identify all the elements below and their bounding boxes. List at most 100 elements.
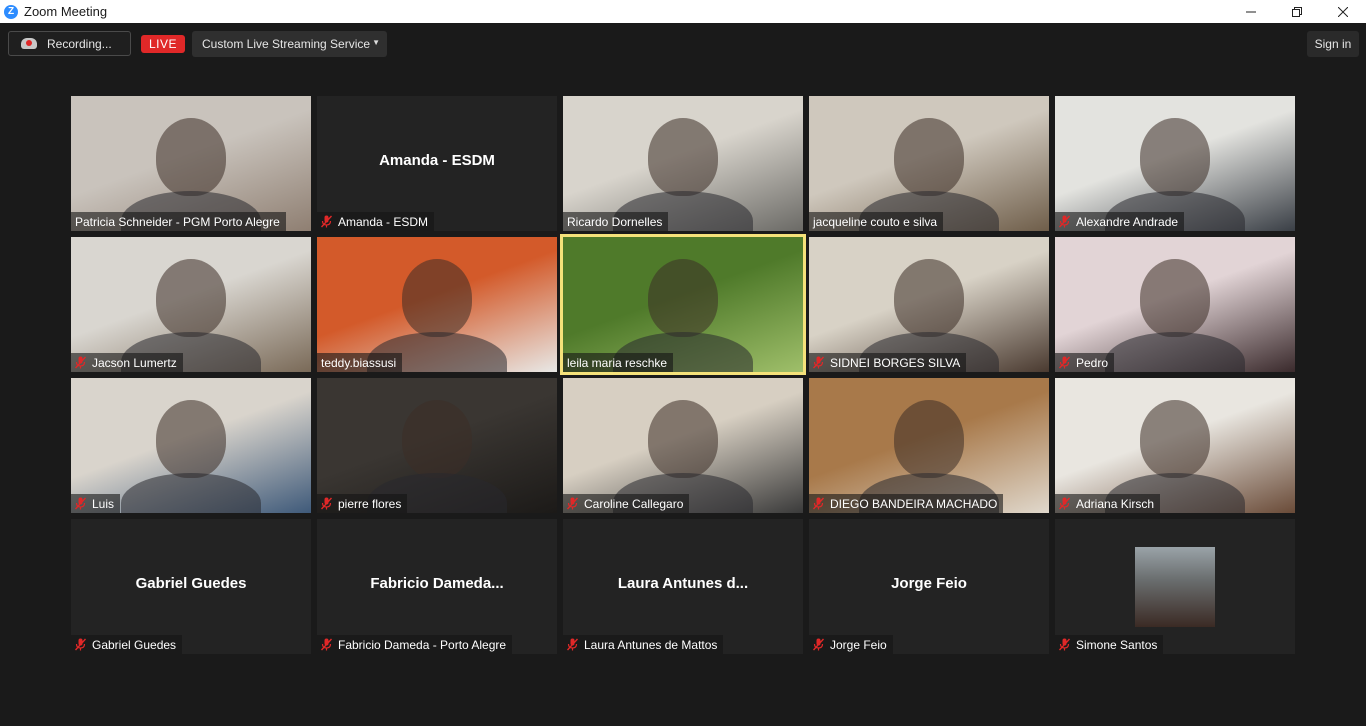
participant-name: SIDNEI BORGES SILVA [830,355,961,370]
participant-video [563,96,803,231]
participant-video [1055,96,1295,231]
participant-name: Luis [92,496,115,511]
participant-name: Adriana Kirsch [1076,496,1155,511]
muted-mic-icon [566,497,579,510]
participant-tile[interactable]: Jacson Lumertz [71,237,311,372]
participant-silhouette [402,400,472,478]
participant-video [317,237,557,372]
minimize-icon [1246,11,1256,12]
participant-silhouette [894,400,964,478]
participant-video [71,96,311,231]
muted-mic-icon [566,638,579,651]
participant-tile[interactable]: Pedro [1055,237,1295,372]
participant-silhouette [156,259,226,337]
close-button[interactable] [1320,0,1366,23]
restore-button[interactable] [1274,0,1320,23]
participant-tile[interactable]: Adriana Kirsch [1055,378,1295,513]
participant-name: Alexandre Andrade [1076,214,1179,229]
participant-display-name: Laura Antunes d... [617,575,749,592]
restore-icon [1292,6,1302,17]
participant-name-label: Caroline Callegaro [563,494,690,513]
participant-video [563,237,803,372]
participant-name: jacqueline couto e silva [813,214,938,229]
participant-name: Jacson Lumertz [92,355,177,370]
participant-tile[interactable]: Caroline Callegaro [563,378,803,513]
participant-tile[interactable]: Luis [71,378,311,513]
title-bar: Z Zoom Meeting [0,0,1366,23]
participant-tile[interactable]: teddy.biassusi [317,237,557,372]
participant-name: Laura Antunes de Mattos [584,637,718,652]
muted-mic-icon [1058,638,1071,651]
cloud-recording-icon [21,38,37,49]
participant-body [1105,332,1245,372]
participant-name-label: Ricardo Dornelles [563,212,669,231]
participant-silhouette [648,118,718,196]
participant-silhouette [1140,259,1210,337]
muted-mic-icon [320,638,333,651]
participant-name-label: Luis [71,494,121,513]
participant-display-name: Fabricio Dameda... [370,575,504,592]
participant-tile[interactable]: SIDNEI BORGES SILVA [809,237,1049,372]
participant-silhouette [156,400,226,478]
muted-mic-icon [1058,215,1071,228]
participant-name: teddy.biassusi [321,355,397,370]
participant-video [317,378,557,513]
minimize-button[interactable] [1228,0,1274,23]
close-icon [1338,6,1348,17]
window-controls [1228,0,1366,23]
participant-tile[interactable]: Simone Santos [1055,519,1295,654]
participant-name: leila maria reschke [567,355,668,370]
participant-video [1055,237,1295,372]
participant-video [1055,378,1295,513]
participant-silhouette [894,118,964,196]
participant-video [71,378,311,513]
muted-mic-icon [74,356,87,369]
participant-name-label: pierre flores [317,494,408,513]
participant-name-label: Gabriel Guedes [71,635,183,654]
participant-name-label: Simone Santos [1055,635,1164,654]
participant-tile[interactable]: DIEGO BANDEIRA MACHADO [809,378,1049,513]
participant-video [71,237,311,372]
muted-mic-icon [1058,356,1071,369]
live-badge: LIVE [141,35,185,53]
participant-name-label: leila maria reschke [563,353,674,372]
participant-tile[interactable]: Amanda - ESDM Amanda - ESDM [317,96,557,231]
live-streaming-dropdown[interactable]: Custom Live Streaming Service ▼ [192,31,387,57]
participant-body [121,473,261,513]
participant-name-label: Adriana Kirsch [1055,494,1161,513]
participant-tile[interactable]: Laura Antunes d... Laura Antunes de Matto… [563,519,803,654]
participant-tile[interactable]: Ricardo Dornelles [563,96,803,231]
participant-tile[interactable]: Jorge Feio Jorge Feio [809,519,1049,654]
participant-display-name: Amanda - ESDM [379,152,495,169]
participant-tile[interactable]: Alexandre Andrade [1055,96,1295,231]
muted-mic-icon [320,215,333,228]
zoom-app-icon: Z [4,4,18,19]
muted-mic-icon [812,638,825,651]
sign-in-button[interactable]: Sign in [1307,31,1359,57]
muted-mic-icon [812,356,825,369]
participant-silhouette [648,259,718,337]
participant-tile[interactable]: Patricia Schneider - PGM Porto Alegre [71,96,311,231]
recording-label: Recording... [47,36,112,51]
participant-name: Amanda - ESDM [338,214,429,229]
participant-tile[interactable]: jacqueline couto e silva [809,96,1049,231]
participant-name: Ricardo Dornelles [567,214,663,229]
participant-name-label: jacqueline couto e silva [809,212,944,231]
recording-button[interactable]: Recording... [8,31,131,56]
participant-silhouette [156,118,226,196]
participant-name-label: Amanda - ESDM [317,212,435,231]
participant-name: Fabricio Dameda - Porto Alegre [338,637,507,652]
participant-name: pierre flores [338,496,402,511]
participant-tile[interactable]: leila maria reschke [560,234,806,375]
muted-mic-icon [74,497,87,510]
participant-name: Patricia Schneider - PGM Porto Alegre [75,214,280,229]
participant-name: Caroline Callegaro [584,496,684,511]
participant-tile[interactable]: Gabriel Guedes Gabriel Guedes [71,519,311,654]
participant-name: Pedro [1076,355,1109,370]
participant-tile[interactable]: pierre flores [317,378,557,513]
participant-name-label: Laura Antunes de Mattos [563,635,724,654]
participant-tile[interactable]: Fabricio Dameda... Fabricio Dameda - Port… [317,519,557,654]
participant-name-label: Jorge Feio [809,635,893,654]
window-title: Zoom Meeting [24,4,108,19]
profile-picture [1135,547,1215,627]
